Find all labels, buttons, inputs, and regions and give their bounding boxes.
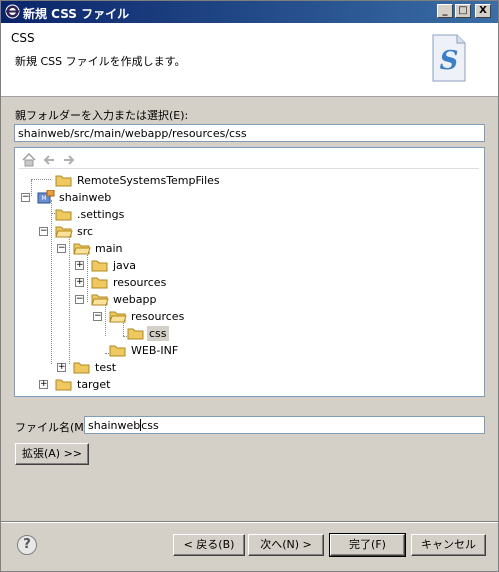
back-button[interactable]: < 戻る(B) [173,534,245,556]
tree-node[interactable]: − src [15,223,475,240]
tree-node-label: shainweb [59,191,112,204]
folder-icon [91,258,109,272]
tree-expander[interactable]: − [93,312,102,321]
tree-node[interactable]: css [15,325,475,342]
help-icon[interactable]: ? [17,535,37,555]
tree-node-label: target [77,378,111,391]
folder-tree: RemoteSystemsTempFiles − Mshainweb .setting… [15,172,484,396]
title-bar[interactable]: 新規 CSS ファイル _ □ X [1,1,498,23]
tree-node-label: WEB-INF [131,344,179,357]
file-name-value-part2: css [141,419,159,432]
tree-expander[interactable]: − [75,295,84,304]
tree-node-label: test [95,361,117,374]
forward-arrow-icon[interactable] [61,153,77,167]
advanced-button[interactable]: 拡張(A) >> [15,443,89,465]
folder-open-icon [55,224,73,238]
tree-node-label: main [95,242,123,255]
css-s-icon: S [432,34,466,82]
folder-tree-panel[interactable]: RemoteSystemsTempFiles − Mshainweb .setting… [14,147,485,397]
cancel-button[interactable]: キャンセル [411,534,486,556]
folder-open-icon [109,309,127,323]
finish-button[interactable]: 完了(F) [329,533,406,557]
banner-title: CSS [11,31,35,45]
folder-icon [73,360,91,374]
folder-icon [55,173,73,187]
folder-icon [127,326,145,340]
window-title: 新規 CSS ファイル [23,7,130,21]
tree-expander[interactable]: + [57,363,66,372]
banner-description: 新規 CSS ファイルを作成します。 [15,55,186,68]
svg-text:M: M [41,195,46,202]
tree-node[interactable]: + target [15,376,475,393]
tree-node[interactable]: + resources [15,274,475,291]
file-name-input[interactable]: shainwebcss [84,416,485,434]
minimize-button[interactable]: _ [437,4,453,18]
tree-node-label: java [113,259,137,272]
wizard-banner: CSS 新規 CSS ファイルを作成します。 S [1,23,498,97]
close-button[interactable]: X [475,4,491,18]
folder-icon [109,343,127,357]
home-icon[interactable] [21,153,37,167]
project-icon: M [37,189,55,204]
tree-node-label: webapp [113,293,157,306]
tree-node[interactable]: − Mshainweb [15,189,475,206]
folder-open-icon [91,292,109,306]
tree-node[interactable]: − resources [15,308,475,325]
tree-node[interactable]: + java [15,257,475,274]
tree-node[interactable]: + test [15,359,475,376]
tree-node[interactable]: RemoteSystemsTempFiles [15,172,475,189]
folder-icon [91,275,109,289]
file-name-label: ファイル名(M): [15,421,92,434]
tree-node-label: src [77,225,94,238]
folder-icon [55,207,73,221]
tree-expander[interactable]: + [75,261,84,270]
tree-expander[interactable]: − [57,244,66,253]
tree-node-label: RemoteSystemsTempFiles [77,174,220,187]
tree-node-label: resources [131,310,185,323]
file-name-value-part1: shainweb [88,419,141,432]
tree-node[interactable]: WEB-INF [15,342,475,359]
tree-expander[interactable]: − [21,193,30,202]
tree-node[interactable]: .settings [15,206,475,223]
folder-icon [55,377,73,391]
tree-expander[interactable]: − [39,227,48,236]
tree-expander[interactable]: + [39,380,48,389]
maximize-button[interactable]: □ [455,4,471,18]
next-button[interactable]: 次へ(N) > [248,534,324,556]
tree-node-label: resources [113,276,167,289]
folder-open-icon [73,241,91,255]
tree-node-label: .settings [77,208,125,221]
svg-text:S: S [440,46,459,76]
dialog-window: 新規 CSS ファイル _ □ X CSS 新規 CSS ファイルを作成します。… [0,0,499,572]
eclipse-icon [5,4,20,19]
tree-toolbar [19,151,479,169]
back-arrow-icon[interactable] [41,153,57,167]
parent-folder-label: 親フォルダーを入力または選択(E): [15,109,189,122]
footer-separator [1,521,498,523]
tree-node-label: css [147,326,169,341]
tree-node[interactable]: − main [15,240,475,257]
tree-expander[interactable]: + [75,278,84,287]
tree-node[interactable]: − webapp [15,291,475,308]
parent-folder-input[interactable]: shainweb/src/main/webapp/resources/css [14,124,485,142]
